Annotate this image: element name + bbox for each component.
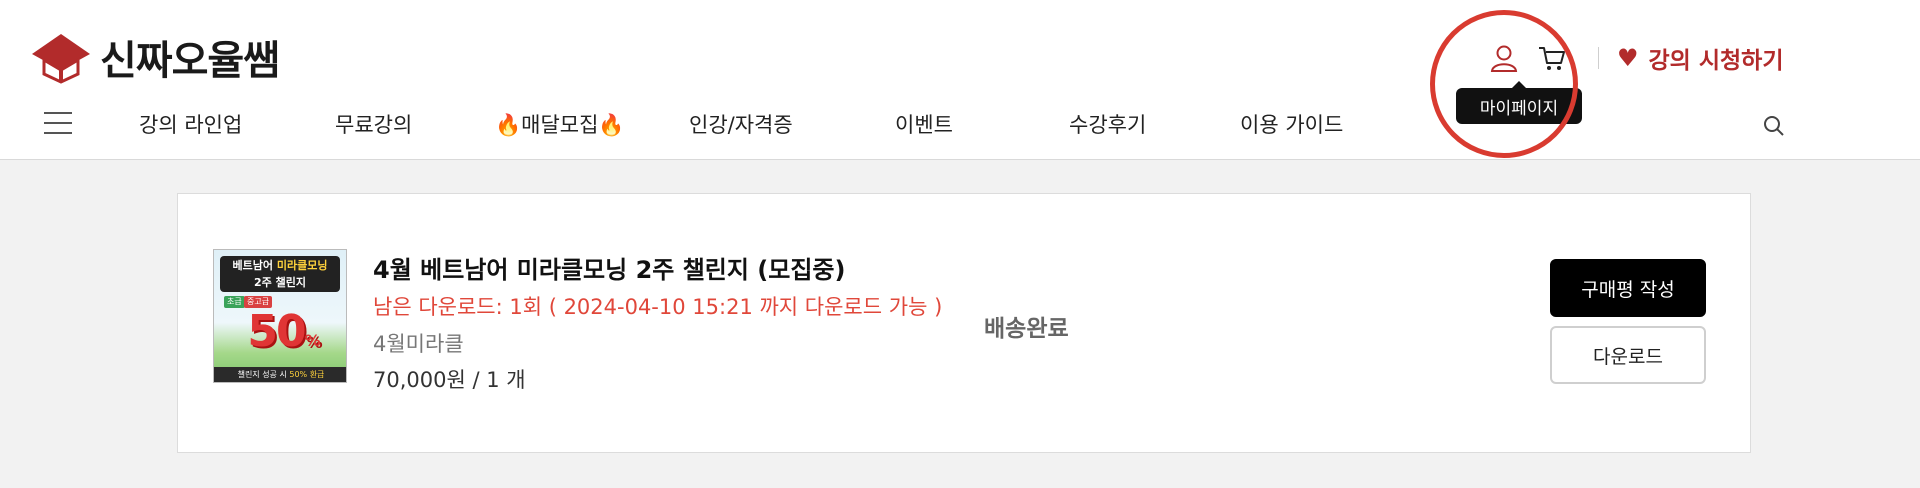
- thumb-title-a: 베트남어: [232, 259, 274, 272]
- site-logo[interactable]: 신짜오율쌤: [30, 30, 280, 84]
- header-divider: [1598, 47, 1599, 69]
- nav-item-monthly[interactable]: 🔥매달모집🔥: [495, 104, 625, 144]
- product-price: 70,000원 / 1 개: [373, 368, 526, 392]
- search-icon[interactable]: [1762, 114, 1786, 138]
- nav-item-reviews[interactable]: 수강후기: [1069, 104, 1146, 144]
- header-actions: ♥ 강의 시청하기: [1480, 38, 1783, 78]
- order-status: 배송완료: [984, 316, 1069, 342]
- brand-name: 신짜오율쌤: [100, 38, 280, 84]
- main-nav: 강의 라인업 무료강의 🔥매달모집🔥 인강/자격증 이벤트 수강후기 이용 가이…: [0, 104, 1920, 144]
- nav-item-online-course[interactable]: 인강/자격증: [689, 104, 793, 144]
- nav-item-event[interactable]: 이벤트: [895, 104, 953, 144]
- watch-lecture-label: 강의 시청하기: [1648, 48, 1784, 74]
- thumb-discount-value: 50: [247, 306, 306, 357]
- graduation-cap-house-icon: [32, 34, 90, 84]
- thumb-title-line2: 2주 챌린지: [254, 276, 306, 289]
- product-option: 4월미라클: [373, 332, 464, 356]
- thumb-footer-a: 챌린지 성공 시: [237, 370, 287, 379]
- order-item-card: 베트남어 미라클모닝 2주 챌린지 초급 중고급 50% 챌린지 성공 시 50…: [177, 193, 1751, 453]
- user-icon[interactable]: [1480, 38, 1528, 78]
- nav-item-lineup[interactable]: 강의 라인업: [139, 104, 242, 144]
- product-thumbnail[interactable]: 베트남어 미라클모닝 2주 챌린지 초급 중고급 50% 챌린지 성공 시 50…: [213, 249, 347, 383]
- site-header: 신짜오율쌤 ♥ 강의 시청하기 마이페이지 강의 라인업 무료강의 🔥매달모집🔥: [0, 0, 1920, 160]
- write-review-button[interactable]: 구매평 작성: [1550, 259, 1706, 317]
- thumb-title: 베트남어 미라클모닝 2주 챌린지: [220, 256, 340, 292]
- download-remaining: 남은 다운로드: 1회 ( 2024-04-10 15:21 까지 다운로드 가…: [373, 295, 943, 319]
- thumb-title-b: 미라클모닝: [276, 259, 328, 272]
- nav-item-guide[interactable]: 이용 가이드: [1240, 104, 1343, 144]
- thumb-footer: 챌린지 성공 시 50% 환급: [214, 367, 346, 382]
- heart-icon: ♥: [1617, 44, 1639, 72]
- hamburger-icon[interactable]: [44, 112, 72, 134]
- cart-icon[interactable]: [1528, 38, 1576, 78]
- thumb-footer-b: 50% 환급: [289, 370, 325, 379]
- nav-item-free[interactable]: 무료강의: [335, 104, 412, 144]
- thumb-discount: 50%: [238, 306, 328, 357]
- watch-lecture-link[interactable]: ♥ 강의 시청하기: [1617, 41, 1783, 75]
- product-title[interactable]: 4월 베트남어 미라클모닝 2주 챌린지 (모집중): [373, 250, 845, 285]
- download-button[interactable]: 다운로드: [1550, 326, 1706, 384]
- thumb-discount-unit: %: [304, 331, 321, 350]
